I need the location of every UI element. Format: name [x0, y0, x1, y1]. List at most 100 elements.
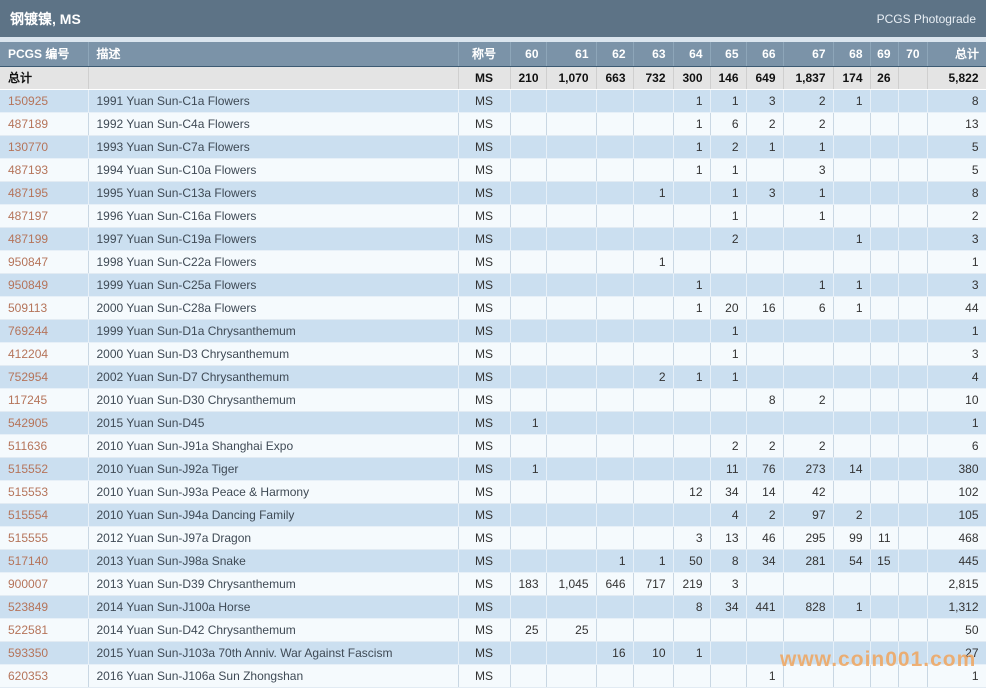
grade-count-cell: 6 — [710, 112, 746, 135]
pcgs-number-link[interactable]: 487199 — [0, 227, 88, 250]
grade-count-cell — [596, 388, 633, 411]
page-title: 钢镀镍, MS — [10, 9, 81, 29]
grade-count-cell: 1 — [746, 135, 783, 158]
totals-grade-count-cell: 26 — [870, 66, 898, 89]
grade-count-cell — [673, 664, 710, 687]
grade-count-cell — [510, 273, 546, 296]
grade-count-cell: 3 — [783, 158, 833, 181]
grade-count-cell — [898, 595, 927, 618]
grade-count-cell — [783, 342, 833, 365]
totals-grade-count-cell: 174 — [833, 66, 870, 89]
pcgs-number-link[interactable]: 900007 — [0, 572, 88, 595]
table-row: 4871991997 Yuan Sun-C19a FlowersMS213 — [0, 227, 986, 250]
grade-count-cell — [546, 411, 596, 434]
grade-count-cell: 1 — [783, 135, 833, 158]
grade-count-cell — [746, 618, 783, 641]
grade-count-cell: 76 — [746, 457, 783, 480]
grade-count-cell: 1 — [710, 365, 746, 388]
grade-count-cell: 46 — [746, 526, 783, 549]
pcgs-number-link[interactable]: 523849 — [0, 595, 88, 618]
coin-description: 2013 Yuan Sun-J98a Snake — [88, 549, 458, 572]
designation-cell: MS — [458, 526, 510, 549]
grade-count-cell — [746, 319, 783, 342]
grade-count-cell: 12 — [673, 480, 710, 503]
grade-count-cell: 281 — [783, 549, 833, 572]
grade-count-cell — [596, 227, 633, 250]
pcgs-number-link[interactable]: 950847 — [0, 250, 88, 273]
pcgs-number-link[interactable]: 487189 — [0, 112, 88, 135]
pcgs-number-link[interactable]: 522581 — [0, 618, 88, 641]
designation-cell: MS — [458, 365, 510, 388]
designation-cell: MS — [458, 388, 510, 411]
grade-count-cell — [546, 112, 596, 135]
table-row: 5155552012 Yuan Sun-J97a DragonMS3134629… — [0, 526, 986, 549]
grade-count-cell — [898, 158, 927, 181]
column-header-g66: 66 — [746, 42, 783, 66]
row-total-cell: 3 — [927, 273, 986, 296]
table-head: PCGS 编号描述称号6061626364656667686970总计 — [0, 42, 986, 66]
pcgs-number-link[interactable]: 515555 — [0, 526, 88, 549]
pcgs-number-link[interactable]: 487197 — [0, 204, 88, 227]
grade-count-cell — [546, 89, 596, 112]
pcgs-number-link[interactable]: 515552 — [0, 457, 88, 480]
grade-count-cell — [546, 319, 596, 342]
designation-cell: MS — [458, 135, 510, 158]
coin-description: 2010 Yuan Sun-J94a Dancing Family — [88, 503, 458, 526]
grade-count-cell: 1 — [673, 296, 710, 319]
column-header-g62: 62 — [596, 42, 633, 66]
photograde-link[interactable]: PCGS Photograde — [877, 12, 976, 26]
grade-count-cell — [673, 342, 710, 365]
pcgs-number-link[interactable]: 487193 — [0, 158, 88, 181]
grade-count-cell — [746, 273, 783, 296]
grade-count-cell — [633, 618, 673, 641]
grade-count-cell — [596, 204, 633, 227]
grade-count-cell — [673, 434, 710, 457]
pcgs-number-link[interactable]: 752954 — [0, 365, 88, 388]
grade-count-cell — [633, 89, 673, 112]
grade-count-cell — [546, 296, 596, 319]
table-row: 5091132000 Yuan Sun-C28a FlowersMS120166… — [0, 296, 986, 319]
grade-count-cell — [870, 365, 898, 388]
grade-count-cell — [546, 503, 596, 526]
row-total-cell: 10 — [927, 388, 986, 411]
grade-count-cell — [633, 411, 673, 434]
pcgs-number-link[interactable]: 509113 — [0, 296, 88, 319]
pcgs-number-link[interactable]: 412204 — [0, 342, 88, 365]
row-total-cell: 2 — [927, 204, 986, 227]
grade-count-cell — [870, 411, 898, 434]
grade-count-cell: 13 — [710, 526, 746, 549]
pcgs-number-link[interactable]: 150925 — [0, 89, 88, 112]
grade-count-cell — [596, 434, 633, 457]
pcgs-number-link[interactable]: 769244 — [0, 319, 88, 342]
grade-count-cell — [870, 181, 898, 204]
grade-count-cell — [633, 342, 673, 365]
pcgs-number-link[interactable]: 515553 — [0, 480, 88, 503]
table-row: 5429052015 Yuan Sun-D45MS11 — [0, 411, 986, 434]
grade-count-cell — [510, 526, 546, 549]
pcgs-number-link[interactable]: 517140 — [0, 549, 88, 572]
grade-count-cell: 99 — [833, 526, 870, 549]
grade-count-cell: 1 — [673, 135, 710, 158]
grade-count-cell — [596, 342, 633, 365]
totals-row-total-cell: 5,822 — [927, 66, 986, 89]
pcgs-number-link[interactable]: 511636 — [0, 434, 88, 457]
pcgs-number-link[interactable]: 620353 — [0, 664, 88, 687]
grade-count-cell — [833, 388, 870, 411]
pcgs-number-link[interactable]: 117245 — [0, 388, 88, 411]
totals-grade-count-cell: 210 — [510, 66, 546, 89]
pcgs-number-link[interactable]: 130770 — [0, 135, 88, 158]
grade-count-cell — [870, 641, 898, 664]
grade-count-cell: 16 — [596, 641, 633, 664]
table-row: 5225812014 Yuan Sun-D42 ChrysanthemumMS2… — [0, 618, 986, 641]
grade-count-cell — [633, 595, 673, 618]
pcgs-number-link[interactable]: 593350 — [0, 641, 88, 664]
grade-count-cell — [898, 204, 927, 227]
pcgs-number-link[interactable]: 487195 — [0, 181, 88, 204]
pcgs-number-link[interactable]: 515554 — [0, 503, 88, 526]
column-header-g67: 67 — [783, 42, 833, 66]
grade-count-cell — [746, 342, 783, 365]
grade-count-cell — [870, 480, 898, 503]
pcgs-number-link[interactable]: 542905 — [0, 411, 88, 434]
pcgs-number-link[interactable]: 950849 — [0, 273, 88, 296]
coin-description: 2015 Yuan Sun-J103a 70th Anniv. War Agai… — [88, 641, 458, 664]
